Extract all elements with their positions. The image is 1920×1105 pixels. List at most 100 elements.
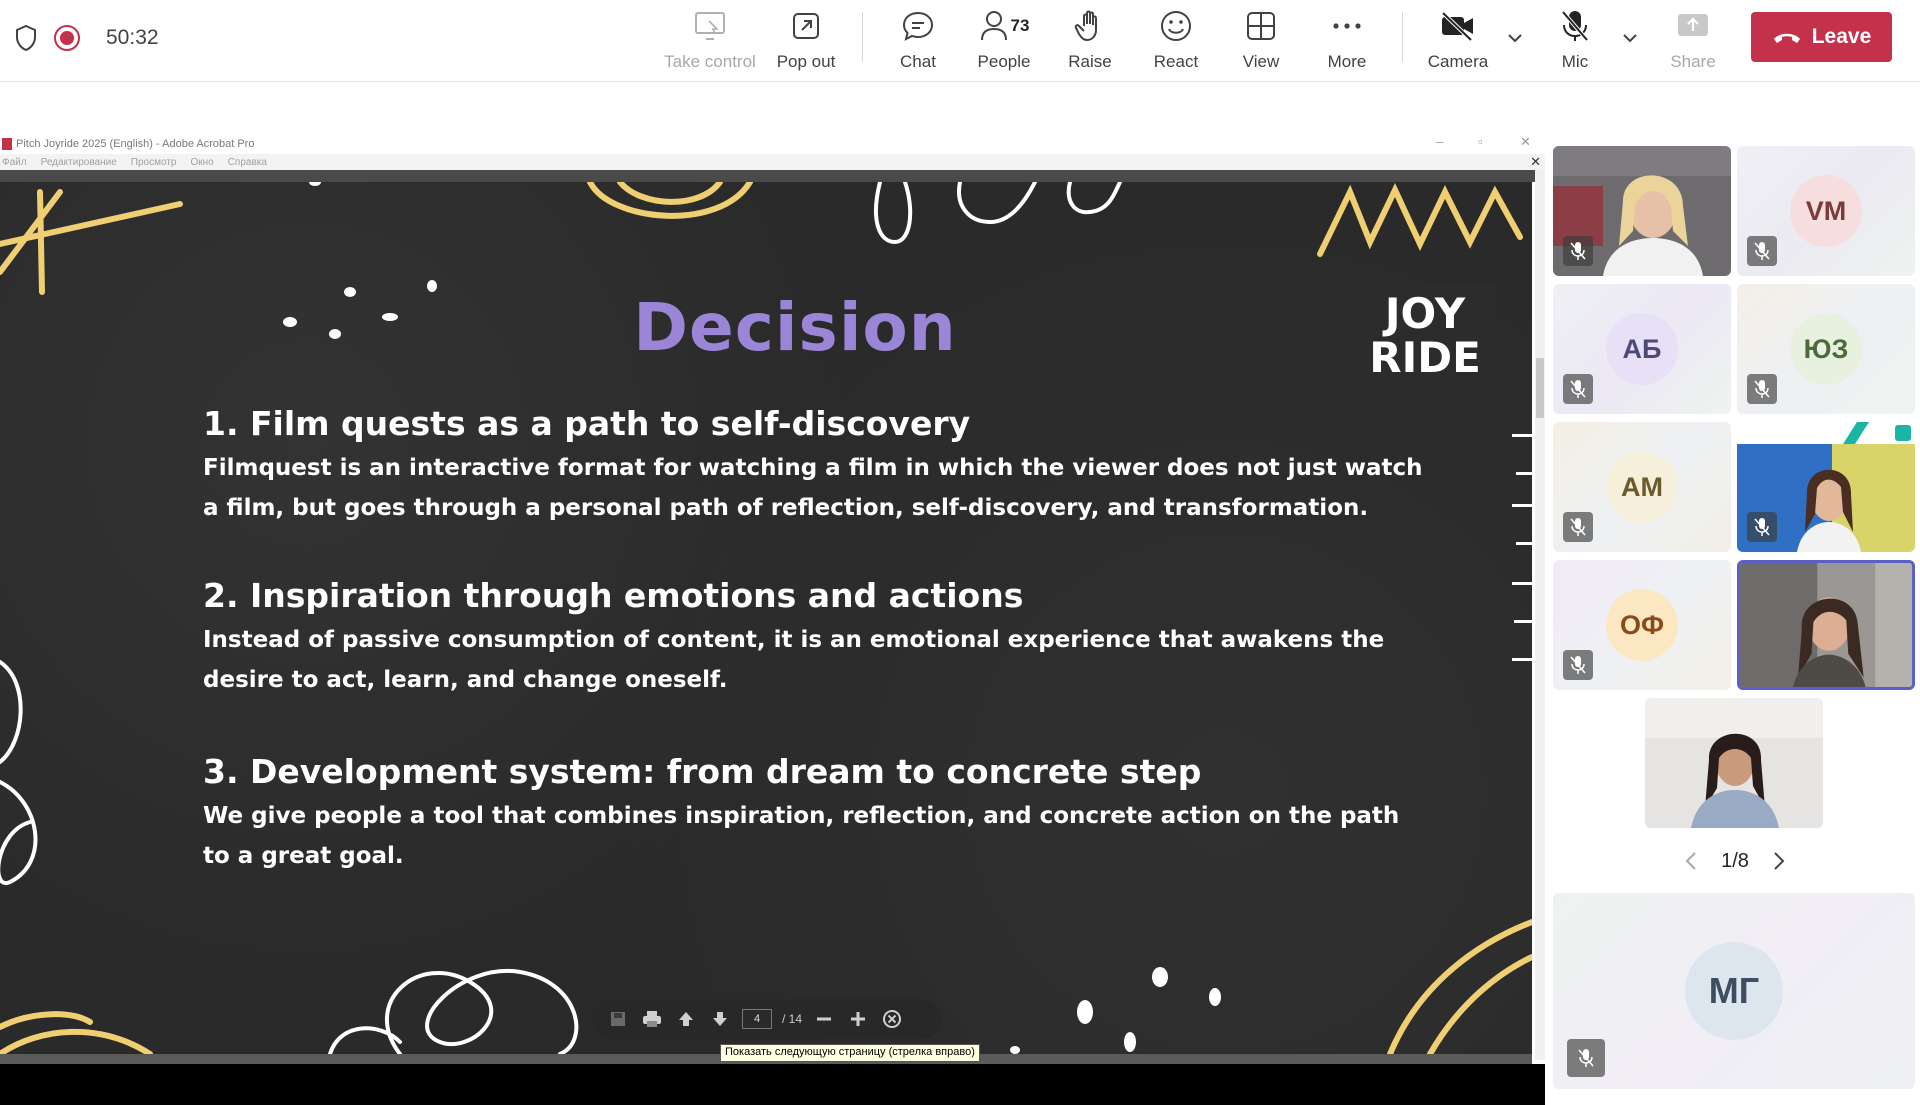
mic-label: Mic [1561, 52, 1589, 71]
people-icon-group: 73 [979, 6, 1030, 46]
menu-view[interactable]: Просмотр [131, 157, 177, 168]
take-control-button[interactable]: Take control [662, 6, 758, 74]
point-2-heading: 2. Inspiration through emotions and acti… [203, 576, 1024, 615]
shield-icon [16, 24, 36, 52]
participant-tile[interactable]: ЮЗ [1737, 284, 1915, 414]
participant-tile-active-speaker[interactable] [1737, 560, 1915, 690]
avatar: АБ [1606, 313, 1678, 385]
people-button[interactable]: 73 People [956, 6, 1052, 74]
acrobat-toolbar-strip [0, 170, 1535, 182]
scrollbar-thumb[interactable] [1536, 358, 1544, 418]
share-button[interactable]: Share [1645, 6, 1741, 74]
people-icon [980, 11, 1007, 41]
avatar: VM [1790, 175, 1862, 247]
menu-help[interactable]: Справка [228, 157, 267, 168]
minimize-icon[interactable]: – [1436, 134, 1443, 149]
camera-label: Camera [1427, 52, 1489, 71]
participant-tile[interactable]: АБ [1553, 284, 1731, 414]
muted-mic-icon [1563, 374, 1593, 404]
participant-tile[interactable]: ОФ [1553, 560, 1731, 690]
exit-fullscreen-icon[interactable] [880, 1007, 904, 1031]
share-label: Share [1670, 52, 1716, 71]
point-1-heading: 1. Film quests as a path to self-discove… [203, 404, 971, 443]
participant-page-indicator: 1/8 [1721, 849, 1749, 872]
participant-video [1645, 698, 1823, 828]
chat-label: Chat [900, 52, 936, 71]
muted-mic-icon [1747, 236, 1777, 266]
raise-hand-icon [1074, 6, 1106, 46]
muted-mic-icon [1747, 374, 1777, 404]
pdf-floating-toolbar: 4 / 14 [592, 999, 942, 1039]
camera-button[interactable]: Camera [1410, 6, 1506, 74]
participant-tile[interactable]: VM [1737, 146, 1915, 276]
close-window-icon[interactable]: ✕ [1520, 134, 1531, 150]
raise-hand-button[interactable]: Raise [1042, 6, 1138, 74]
people-count: 73 [1010, 16, 1030, 35]
joyride-logo: JOY RIDE [1355, 284, 1495, 384]
point-1-body: Filmquest is an interactive format for w… [203, 455, 1423, 521]
acrobat-menu-bar: Файл Редактирование Просмотр Окно Справк… [0, 154, 1545, 170]
logo-line-1: JOY [1384, 289, 1466, 338]
muted-mic-icon [1567, 1039, 1605, 1077]
muted-mic-icon [1747, 512, 1777, 542]
presentation-slide: Decision JOY RIDE 1. Film quests as a pa… [0, 182, 1532, 1054]
point-2-body: Instead of passive consumption of conten… [203, 627, 1385, 693]
participant-tile-video[interactable] [1645, 698, 1823, 828]
mic-options-chevron-down-icon[interactable] [1618, 26, 1642, 50]
muted-mic-icon [1563, 236, 1593, 266]
next-page-tooltip: Показать следующую страницу (стрелка впр… [720, 1044, 980, 1062]
mic-off-icon [1560, 6, 1590, 46]
chat-button[interactable]: Chat [870, 6, 966, 74]
raise-label: Raise [1068, 52, 1112, 71]
menu-edit[interactable]: Редактирование [41, 157, 117, 168]
view-label: View [1242, 52, 1280, 71]
participant-tile-video[interactable] [1553, 146, 1731, 276]
meeting-toolbar: 50:32 Take control Pop out Chat 73 Peopl… [0, 0, 1920, 82]
toolbar-divider [862, 12, 863, 62]
take-control-icon [693, 6, 727, 46]
save-icon[interactable] [606, 1007, 630, 1031]
camera-off-icon [1440, 6, 1476, 46]
react-label: React [1153, 52, 1199, 71]
meeting-status: 50:32 [14, 20, 159, 56]
logo-line-2: RIDE [1369, 333, 1481, 382]
recording-icon [54, 25, 80, 51]
zoom-in-icon[interactable] [846, 1007, 870, 1031]
pop-out-button[interactable]: Pop out [758, 6, 854, 74]
shared-screen: Pitch Joyride 2025 (English) - Adobe Acr… [0, 82, 1545, 1105]
print-icon[interactable] [640, 1007, 664, 1031]
document-scrollbar[interactable] [1535, 170, 1545, 1060]
avatar: АМ [1606, 451, 1678, 523]
more-button[interactable]: More [1299, 6, 1395, 74]
previous-page-icon[interactable] [674, 1007, 698, 1031]
zoom-out-icon[interactable] [812, 1007, 836, 1031]
camera-options-chevron-down-icon[interactable] [1503, 26, 1527, 50]
restore-icon[interactable]: ▫ [1478, 134, 1483, 149]
next-page-chevron-right-icon[interactable] [1768, 850, 1790, 872]
avatar: ОФ [1606, 589, 1678, 661]
leave-label: Leave [1811, 25, 1872, 48]
view-button[interactable]: View [1213, 6, 1309, 74]
previous-page-chevron-left-icon[interactable] [1680, 850, 1702, 872]
avatar: ЮЗ [1790, 313, 1862, 385]
chat-icon [901, 6, 935, 46]
menu-file[interactable]: Файл [2, 157, 27, 168]
meeting-timer: 50:32 [106, 26, 159, 49]
mic-button[interactable]: Mic [1527, 6, 1623, 74]
acrobat-title-bar: Pitch Joyride 2025 (English) - Adobe Acr… [0, 134, 1545, 154]
participant-tile-large[interactable]: МГ [1553, 893, 1915, 1089]
leave-button[interactable]: Leave [1751, 12, 1892, 62]
participant-tile[interactable]: АМ [1553, 422, 1731, 552]
react-button[interactable]: React [1128, 6, 1224, 74]
close-document-icon[interactable]: ✕ [1530, 154, 1541, 170]
pop-out-icon [790, 6, 822, 46]
next-page-icon[interactable] [708, 1007, 732, 1031]
participant-tile-video[interactable] [1737, 422, 1915, 552]
more-label: More [1327, 52, 1367, 71]
menu-window[interactable]: Окно [190, 157, 213, 168]
muted-mic-icon [1563, 650, 1593, 680]
muted-mic-icon [1563, 512, 1593, 542]
participant-video [1740, 563, 1912, 687]
page-number-input[interactable]: 4 [742, 1009, 772, 1029]
more-icon [1332, 6, 1362, 46]
